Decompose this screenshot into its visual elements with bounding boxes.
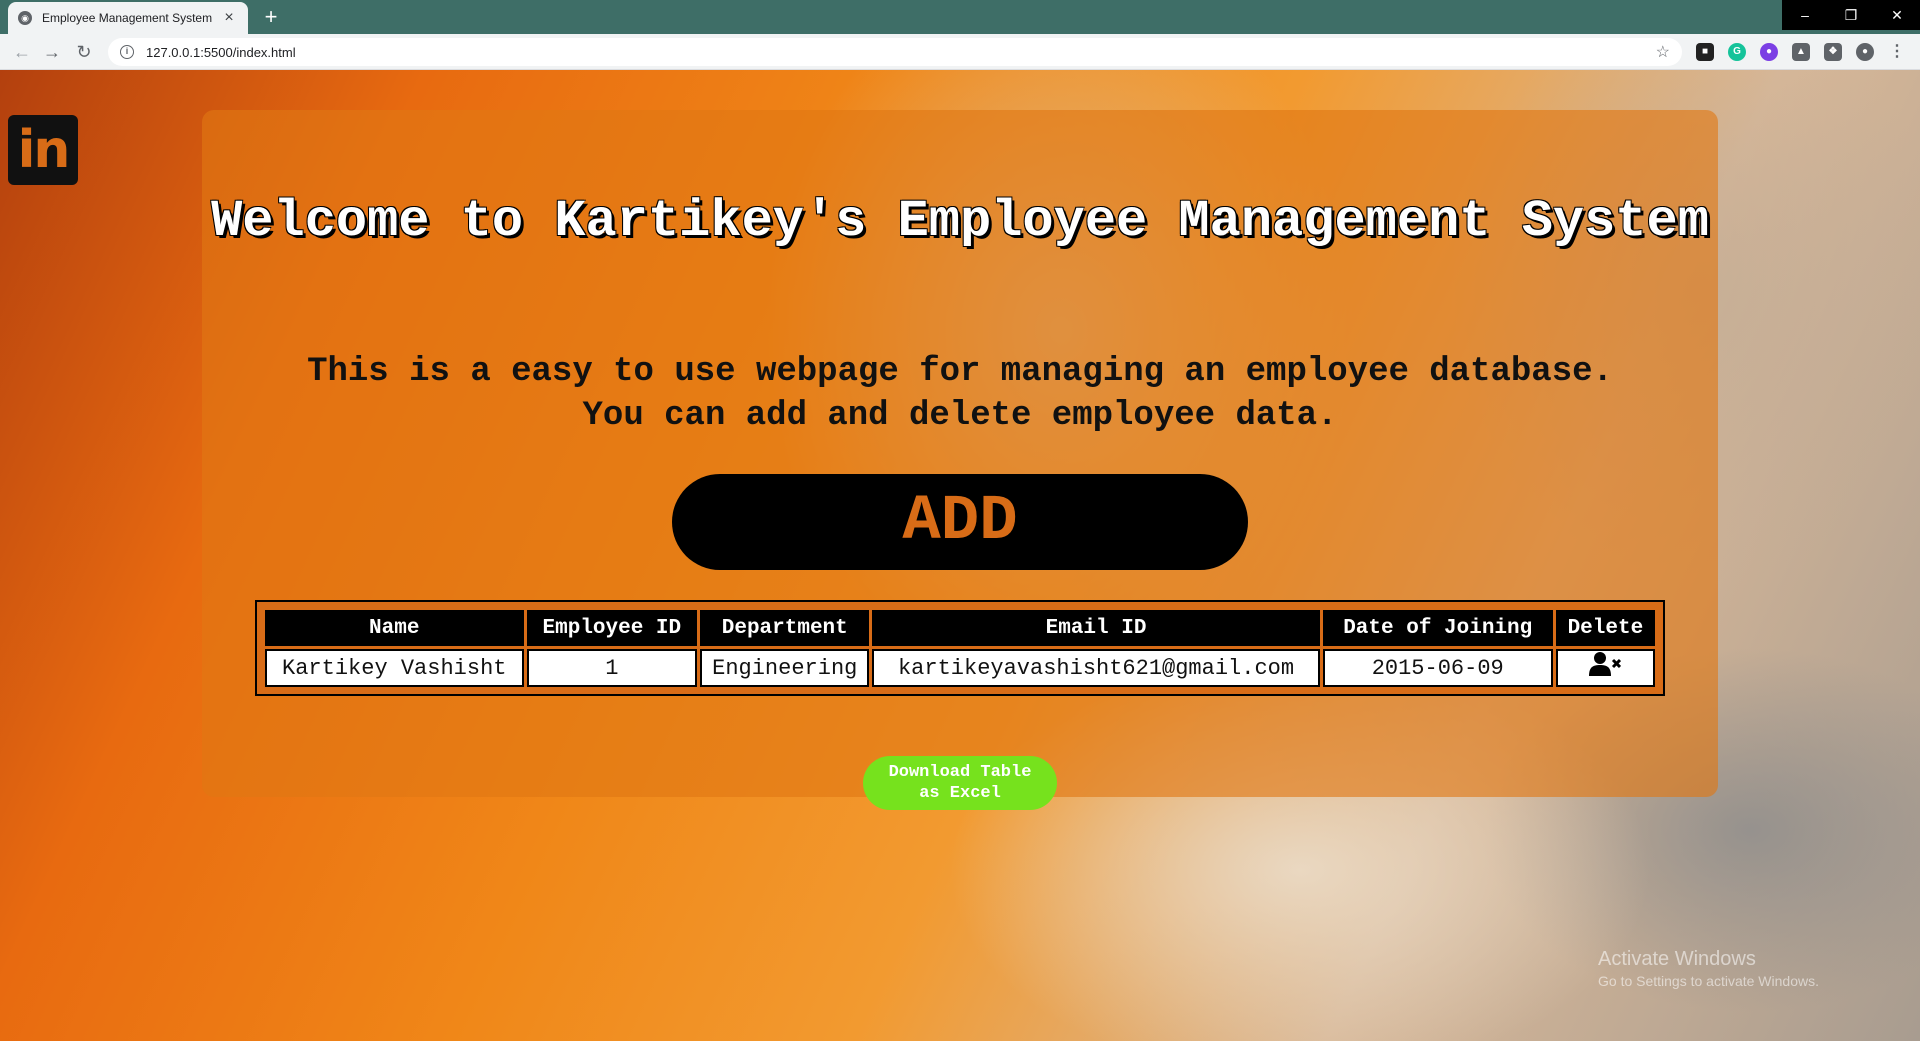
url-input[interactable]: i 127.0.0.1:5500/index.html ☆ [108,38,1682,66]
menu-icon[interactable]: ⋮ [1888,43,1906,61]
employee-table: Name Employee ID Department Email ID Dat… [262,607,1658,690]
info-icon[interactable]: i [120,45,134,59]
profile-icon[interactable]: ● [1856,43,1874,61]
watermark-line-1: Activate Windows [1598,948,1756,970]
grammarly-icon[interactable]: G [1728,43,1746,61]
cell-name: Kartikey Vashisht [265,649,524,687]
minimize-icon[interactable]: – [1782,0,1828,30]
page-description: This is a easy to use webpage for managi… [202,350,1718,438]
extension-icon[interactable]: ■ [1696,43,1714,61]
table-row: Kartikey Vashisht 1 Engineering kartikey… [265,649,1655,687]
back-icon[interactable]: ← [10,40,34,64]
description-line-1: This is a easy to use webpage for managi… [307,353,1613,391]
header-name: Name [265,610,524,646]
restore-icon[interactable]: ❐ [1828,0,1874,30]
page-background: in Welcome to Kartikey's Employee Manage… [0,70,1920,1041]
url-text: 127.0.0.1:5500/index.html [146,44,296,60]
tab-title: Employee Management System [42,11,213,25]
employee-table-container: Name Employee ID Department Email ID Dat… [255,600,1665,696]
header-department: Department [700,610,870,646]
table-header-row: Name Employee ID Department Email ID Dat… [265,610,1655,646]
reload-icon[interactable]: ↻ [72,40,96,64]
header-employee-id: Employee ID [526,610,698,646]
window-close-icon[interactable]: ✕ [1874,0,1920,30]
description-line-2: You can add and delete employee data. [582,397,1338,435]
download-excel-button[interactable]: Download Table as Excel [863,756,1057,810]
page-title: Welcome to Kartikey's Employee Managemen… [211,192,1709,251]
globe-icon: ◉ [18,11,32,25]
puzzle-icon[interactable]: ❖ [1824,43,1842,61]
download-label-line-1: Download Table [888,763,1032,782]
new-tab-icon[interactable]: + [258,4,284,30]
header-delete: Delete [1555,610,1655,646]
address-bar: ← → ↻ i 127.0.0.1:5500/index.html ☆ ■ G … [0,34,1920,70]
header-email: Email ID [872,610,1320,646]
linkedin-logo-text: in [17,120,71,180]
bookmark-star-icon[interactable]: ☆ [1656,42,1670,62]
watermark-line-2: Go to Settings to activate Windows. [1598,973,1819,989]
shield-icon[interactable]: ▲ [1792,43,1810,61]
browser-tab-bar: ◉ Employee Management System × + – ❐ ✕ [0,0,1920,34]
user-delete-icon[interactable] [1589,651,1622,685]
forward-icon[interactable]: → [40,40,64,64]
windows-activation-watermark: Activate Windows Go to Settings to activ… [1598,948,1819,989]
header-date-of-joining: Date of Joining [1322,610,1553,646]
download-label-line-2: as Excel [919,784,1001,803]
extension-icon[interactable]: ● [1760,43,1778,61]
add-employee-button[interactable]: ADD [672,474,1248,570]
browser-tab[interactable]: ◉ Employee Management System × [8,2,248,34]
close-tab-icon[interactable]: × [220,9,238,27]
cell-department: Engineering [700,649,870,687]
cell-delete[interactable] [1555,649,1655,687]
linkedin-icon[interactable]: in [8,115,78,185]
cell-email: kartikeyavashisht621@gmail.com [872,649,1320,687]
cell-employee-id: 1 [526,649,698,687]
cell-date-of-joining: 2015-06-09 [1322,649,1553,687]
main-card: Welcome to Kartikey's Employee Managemen… [202,110,1718,810]
